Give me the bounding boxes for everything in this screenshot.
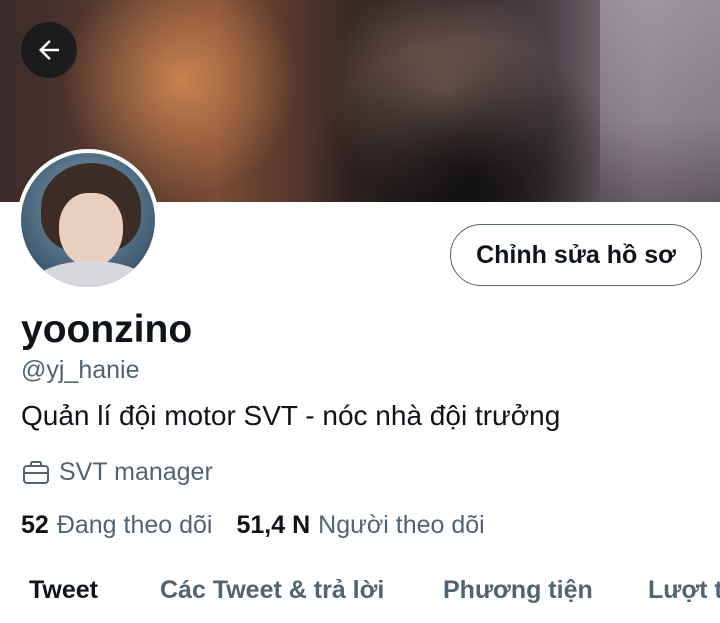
follow-stats: 52 Đang theo dõi 51,4 N Người theo dõi [21,511,485,540]
work-label: SVT manager [59,458,213,486]
avatar-face [59,193,123,267]
arrow-left-icon [39,40,59,60]
profile-bio: Quản lí đội motor SVT - nóc nhà đội trưở… [21,400,561,431]
banner-image-region [300,40,640,202]
banner-image-region [600,0,720,202]
following-label[interactable]: Đang theo dõi [57,511,213,540]
tab-tweets-and-replies[interactable]: Các Tweet & trả lời [160,576,384,605]
avatar[interactable] [17,149,159,291]
user-handle: @yj_hanie [21,356,140,384]
avatar-body [31,261,151,287]
tab-media[interactable]: Phương tiện [443,576,593,605]
tab-likes[interactable]: Lượt t [648,576,720,605]
followers-count[interactable]: 51,4 N [237,511,311,540]
edit-profile-button[interactable]: Chỉnh sửa hồ sơ [450,224,702,286]
profile-work: SVT manager [22,458,213,487]
briefcase-icon [23,460,49,484]
tab-tweets[interactable]: Tweet [29,576,98,605]
followers-label[interactable]: Người theo dõi [318,511,485,540]
profile-tabs: Tweet Các Tweet & trả lời Phương tiện Lư… [0,560,720,623]
display-name: yoonzino [21,308,193,351]
following-count[interactable]: 52 [21,511,49,540]
back-button[interactable] [21,22,77,78]
